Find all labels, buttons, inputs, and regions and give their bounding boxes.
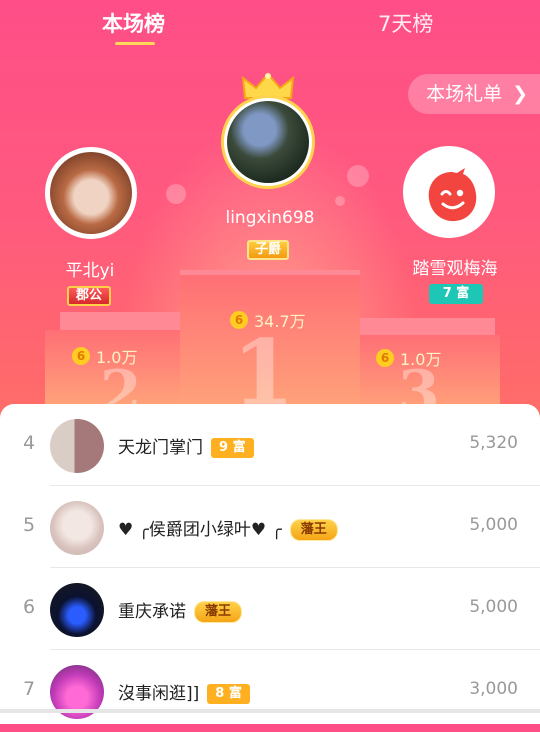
active-tab-indicator [115,42,155,45]
top2-noble-badge: 郡公 [67,286,111,306]
user-name-text: 重庆承诺 [118,602,186,622]
rank-number: 7 [22,678,36,700]
ranking-tabs: 本场榜 7天榜 [0,0,540,50]
contribution-value: 3,000 [469,679,518,699]
rich-badge: 8 富 [207,684,250,704]
top3-score-value: 1.0万 [400,350,442,369]
list-item[interactable]: 7 沒事闲逛]] 8 富 3,000 [0,650,540,732]
decor-bubble [335,196,345,206]
gift-list-button[interactable]: 本场礼单 ❯ [408,74,540,114]
avatar[interactable] [50,501,104,555]
list-item[interactable]: 4 天龙门掌门 9 富 5,320 [0,404,540,486]
top3-rich-badge: 7 富 [429,284,483,304]
top3-avatar[interactable] [403,146,495,238]
user-name-text: 天龙门掌门 [118,438,203,458]
king-badge: 藩王 [289,519,338,541]
chevron-right-icon: ❯ [512,83,528,105]
list-item[interactable]: 6 重庆承诺 藩王 5,000 [0,568,540,650]
user-name: 重庆承诺 藩王 [118,597,243,623]
top3-score: 6 1.0万 [376,346,441,370]
contribution-value: 5,000 [469,597,518,617]
user-name: 沒事闲逛]] 8 富 [118,679,250,704]
top2-avatar[interactable] [45,147,137,239]
decor-bubble [347,165,369,187]
ranking-list: 4 天龙门掌门 9 富 5,320 5 ♥ ╭侯爵团小绿叶♥ ╭ 藩王 5,000 … [0,404,540,724]
user-name-text: 沒事闲逛]] [118,684,200,704]
scroll-indicator [0,709,540,713]
user-name: 天龙门掌门 9 富 [118,433,254,458]
top1-noble-badge: 子爵 [247,240,289,260]
user-name: ♥ ╭侯爵团小绿叶♥ ╭ 藩王 [118,515,338,541]
avatar[interactable] [50,419,104,473]
top1-name[interactable]: lingxin698 [200,208,340,228]
top2-score-value: 1.0万 [96,348,138,367]
tab-7-days[interactable]: 7天榜 [378,8,433,38]
tab-current-session[interactable]: 本场榜 [102,8,165,38]
top2-name[interactable]: 平北yi [30,256,150,281]
user-name-text: ♥ ╭侯爵团小绿叶♥ ╭ [118,520,282,540]
top2-score: 6 1.0万 [72,344,137,368]
rank-number: 6 [22,596,36,618]
smiley-face-icon [428,168,477,222]
rich-badge: 9 富 [211,438,254,458]
list-item[interactable]: 5 ♥ ╭侯爵团小绿叶♥ ╭ 藩王 5,000 [0,486,540,568]
contribution-value: 5,320 [469,433,518,453]
coin-icon: 6 [72,347,90,365]
top1-avatar[interactable] [221,95,315,189]
rank-number: 5 [22,514,36,536]
rank-number: 4 [22,432,36,454]
top3-name[interactable]: 踏雪观梅海 [385,254,525,279]
coin-icon: 6 [376,349,394,367]
decor-bubble [166,184,186,204]
top1-score: 6 34.7万 [230,308,306,332]
contribution-value: 5,000 [469,515,518,535]
top1-score-value: 34.7万 [254,312,306,331]
coin-icon: 6 [230,311,248,329]
gift-list-label: 本场礼单 [426,83,503,105]
avatar[interactable] [50,583,104,637]
king-badge: 藩王 [194,601,243,623]
